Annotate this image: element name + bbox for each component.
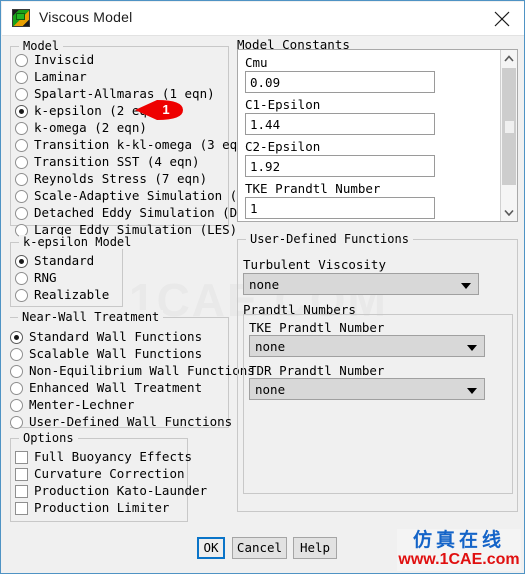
option-label: Production Kato-Launder xyxy=(34,483,208,498)
option-label: Reynolds Stress (7 eqn) xyxy=(34,171,208,186)
radio-dot xyxy=(15,71,28,84)
radio-dot xyxy=(15,207,28,220)
option-label: Spalart-Allmaras (1 eqn) xyxy=(34,86,215,101)
field-label-cmu: Cmu xyxy=(245,55,268,70)
udf-group-legend: User-Defined Functions xyxy=(246,232,413,246)
label-turbulent-viscosity: Turbulent Viscosity xyxy=(243,257,386,272)
option-label: Non-Equilibrium Wall Functions xyxy=(29,363,255,378)
option-label: Standard Wall Functions xyxy=(29,329,203,344)
annotation-marker-1: 1 xyxy=(133,98,185,122)
chevron-down-icon xyxy=(467,388,477,394)
radio-dot xyxy=(15,105,28,118)
option-label: Full Buoyancy Effects xyxy=(34,449,193,464)
field-label-tke-prandtl-number: TKE Prandtl Number xyxy=(245,181,381,196)
window-title: Viscous Model xyxy=(39,9,133,25)
fluent-icon xyxy=(12,9,30,27)
site-watermark: 仿真在线 www.1CAE.com xyxy=(397,529,521,571)
radio-dot xyxy=(10,348,23,361)
checkbox-box xyxy=(15,485,28,498)
label-udf-tke-prandtl-number: TKE Prandtl Number xyxy=(249,320,385,335)
scrollbar-thumb[interactable] xyxy=(502,68,516,185)
option-label: Curvature Correction xyxy=(34,466,185,481)
options-group-legend: Options xyxy=(19,431,78,445)
viscous-model-dialog: Viscous Model 1CAE.COM Model Inviscid La… xyxy=(0,0,525,574)
dropdown-tdr-prandtl-number[interactable]: none xyxy=(249,378,485,400)
option-label: Laminar xyxy=(34,69,87,84)
dropdown-value: none xyxy=(255,339,286,354)
model-group-legend: Model xyxy=(19,39,64,53)
ok-button[interactable]: OK xyxy=(197,537,225,559)
scrollbar-grip xyxy=(505,120,514,133)
option-label: Detached Eddy Simulation (DES) xyxy=(34,205,260,220)
option-label: Production Limiter xyxy=(34,500,170,515)
option-label: Scale-Adaptive Simulation (SAS) xyxy=(34,188,268,203)
option-label: Enhanced Wall Treatment xyxy=(29,380,203,395)
annotation-marker-label: 1 xyxy=(162,102,170,117)
input-c1-epsilon[interactable]: 1.44 xyxy=(245,113,435,135)
checkbox-box xyxy=(15,502,28,515)
close-icon[interactable] xyxy=(479,2,524,34)
radio-dot xyxy=(15,173,28,186)
input-tke-prandtl-number[interactable]: 1 xyxy=(245,197,435,219)
radio-dot xyxy=(10,399,23,412)
dropdown-tke-prandtl-number[interactable]: none xyxy=(249,335,485,357)
option-label: Transition k-kl-omega (3 eqn) xyxy=(34,137,253,152)
chevron-down-icon xyxy=(467,345,477,351)
radio-dot xyxy=(10,416,23,429)
cancel-button[interactable]: Cancel xyxy=(232,537,287,559)
radio-dot xyxy=(15,156,28,169)
watermark-url: www.1CAE.com xyxy=(398,551,520,568)
option-label: RNG xyxy=(34,270,57,285)
radio-dot xyxy=(15,272,28,285)
scroll-up-icon[interactable] xyxy=(501,50,517,67)
dropdown-turbulent-viscosity[interactable]: none xyxy=(243,273,479,295)
dropdown-value: none xyxy=(255,382,286,397)
radio-dot xyxy=(15,88,28,101)
option-label: Inviscid xyxy=(34,52,95,67)
option-label: Menter-Lechner xyxy=(29,397,135,412)
radio-dot xyxy=(15,289,28,302)
radio-dot xyxy=(10,382,23,395)
dropdown-value: none xyxy=(249,277,280,292)
radio-dot xyxy=(10,331,23,344)
checkbox-box xyxy=(15,468,28,481)
radio-dot xyxy=(15,54,28,67)
radio-dot xyxy=(15,190,28,203)
model-constants-scrollbar[interactable] xyxy=(500,50,517,221)
radio-dot xyxy=(15,255,28,268)
radio-dot xyxy=(15,122,28,135)
title-bar: Viscous Model xyxy=(2,2,524,36)
option-label: Realizable xyxy=(34,287,110,302)
option-label: Transition SST (4 eqn) xyxy=(34,154,200,169)
field-label-c1-epsilon: C1-Epsilon xyxy=(245,97,321,112)
scroll-down-icon[interactable] xyxy=(501,204,517,221)
label-udf-tdr-prandtl-number: TDR Prandtl Number xyxy=(249,363,385,378)
model-constants-panel: Cmu 0.09 C1-Epsilon 1.44 C2-Epsilon 1.92… xyxy=(237,49,518,222)
radio-dot xyxy=(10,365,23,378)
option-label: Standard xyxy=(34,253,95,268)
k-epsilon-model-group-legend: k-epsilon Model xyxy=(19,235,136,249)
watermark-chinese: 仿真在线 xyxy=(412,529,505,551)
near-wall-treatment-legend: Near-Wall Treatment xyxy=(18,310,164,324)
chevron-down-icon xyxy=(461,283,471,289)
checkbox-box xyxy=(15,451,28,464)
option-label: User-Defined Wall Functions xyxy=(29,414,233,429)
radio-dot xyxy=(15,139,28,152)
option-label: Scalable Wall Functions xyxy=(29,346,203,361)
input-c2-epsilon[interactable]: 1.92 xyxy=(245,155,435,177)
input-cmu[interactable]: 0.09 xyxy=(245,71,435,93)
option-label: k-omega (2 eqn) xyxy=(34,120,147,135)
help-button[interactable]: Help xyxy=(293,537,337,559)
field-label-c2-epsilon: C2-Epsilon xyxy=(245,139,321,154)
